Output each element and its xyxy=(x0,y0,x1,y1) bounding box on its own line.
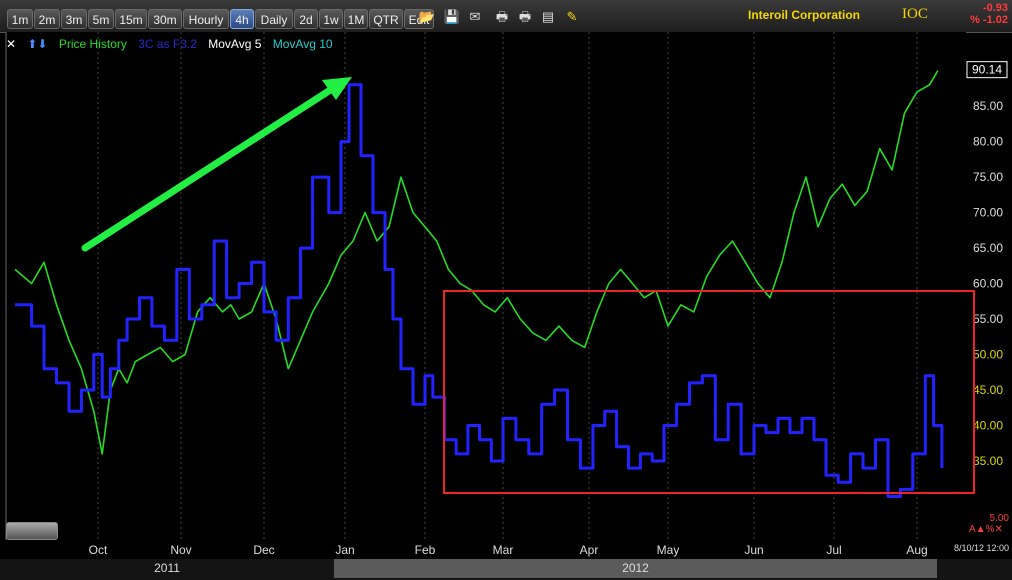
x-tick-feb: Feb xyxy=(415,543,436,557)
x-tick-oct: Oct xyxy=(89,543,108,557)
y-tick-label: 50.00 xyxy=(973,348,1003,362)
scrollbar-thumb[interactable] xyxy=(6,522,58,540)
x-tick-may: May xyxy=(657,543,680,557)
year-bar: 2011 2012 xyxy=(0,559,1012,580)
alert-icons: A▲%✕ xyxy=(969,524,1003,535)
last-price-tag: 90.14 xyxy=(972,63,1002,77)
y-tick-label: 35.00 xyxy=(973,454,1003,468)
x-tick-apr: Apr xyxy=(580,543,599,557)
legend-arrows-icon[interactable]: ⬆⬇ xyxy=(27,37,47,51)
price-chart: Oct Nov Dec Jan Feb Mar Apr May Jun Jul Aug 85.00 80… xyxy=(5,32,1010,558)
x-tick-jul: Jul xyxy=(826,543,841,557)
x-tick-aug: Aug xyxy=(906,543,927,557)
y-tick-label: 45.00 xyxy=(973,383,1003,397)
date-label: 8/10/12 12:00 xyxy=(954,543,1009,553)
y-tick-label: 40.00 xyxy=(973,418,1003,432)
x-tick-nov: Nov xyxy=(170,543,191,557)
sub-value-label: 5.00 xyxy=(990,513,1010,524)
legend-item-mavg5[interactable]: MovAvg 5 xyxy=(208,37,261,51)
legend-item-3c[interactable]: 3C as F3.2 xyxy=(138,37,197,51)
year-2012: 2012 xyxy=(334,559,937,578)
y-tick-label: 55.00 xyxy=(973,312,1003,326)
y-tick-label: 80.00 xyxy=(973,135,1003,149)
y-tick-label: 65.00 xyxy=(973,241,1003,255)
x-tick-jun: Jun xyxy=(744,543,763,557)
y-tick-label: 75.00 xyxy=(973,170,1003,184)
plot-area xyxy=(6,32,966,558)
year-2011: 2011 xyxy=(0,559,334,578)
legend-item-mavg10[interactable]: MovAvg 10 xyxy=(273,37,333,51)
chart-legend: ✕ ⬆⬇ Price History 3C as F3.2 MovAvg 5 M… xyxy=(6,37,341,53)
y-tick-label: 85.00 xyxy=(973,99,1003,113)
y-tick-label: 70.00 xyxy=(973,206,1003,220)
legend-item-price[interactable]: Price History xyxy=(59,37,127,51)
x-tick-mar: Mar xyxy=(493,543,514,557)
x-tick-dec: Dec xyxy=(253,543,274,557)
x-tick-jan: Jan xyxy=(335,543,354,557)
y-tick-label: 60.00 xyxy=(973,277,1003,291)
legend-close-icon[interactable]: ✕ xyxy=(6,37,16,51)
